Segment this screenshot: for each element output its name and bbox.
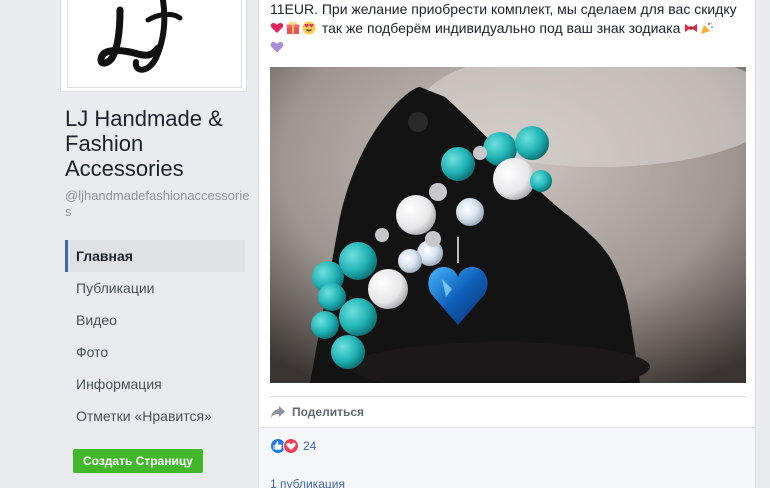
divider <box>270 396 746 397</box>
left-column: LJ Handmade & Fashion Accessories @ljhan… <box>0 0 258 488</box>
post-text: 11EUR. При желание приобрести комплект, … <box>270 0 750 57</box>
post-text-line-2: так же подберём индивидуально под ваш зн… <box>270 19 750 38</box>
purple-heart-icon <box>270 42 284 53</box>
party-popper-icon <box>701 22 714 34</box>
nav-item-likes[interactable]: Отметки «Нравится» <box>65 400 245 432</box>
publications-link[interactable]: 1 публикация <box>270 477 345 488</box>
right-margin <box>756 0 770 488</box>
heart-icon <box>270 23 284 33</box>
nav-item-posts[interactable]: Публикации <box>65 272 245 304</box>
bow-icon <box>685 24 698 32</box>
nav-item-videos[interactable]: Видео <box>65 304 245 336</box>
share-label: Поделиться <box>292 405 365 419</box>
page-nav: Главная Публикации Видео Фото Информация… <box>65 240 245 432</box>
page-title[interactable]: LJ Handmade & Fashion Accessories <box>65 106 255 181</box>
heart-eyes-icon <box>302 21 316 35</box>
love-reaction-icon <box>283 438 299 454</box>
profile-picture-frame[interactable] <box>60 0 247 92</box>
share-arrow-icon <box>271 406 285 418</box>
reactions-summary[interactable]: 24 <box>270 438 316 454</box>
bracelet-photo-image <box>270 67 746 383</box>
reaction-count[interactable]: 24 <box>303 439 316 453</box>
nav-item-home[interactable]: Главная <box>65 240 245 272</box>
lj-logo-icon <box>97 0 183 73</box>
post-text-line-1: 11EUR. При желание приобрести комплект, … <box>270 1 737 17</box>
nav-item-photos[interactable]: Фото <box>65 336 245 368</box>
post-card: 11EUR. При желание приобрести комплект, … <box>258 0 756 488</box>
share-button[interactable]: Поделиться <box>270 400 364 424</box>
nav-item-about[interactable]: Информация <box>65 368 245 400</box>
reactions-bar: 24 1 публикация <box>259 427 755 488</box>
post-photo[interactable] <box>270 67 746 383</box>
create-page-button[interactable]: Создать Страницу <box>73 449 203 473</box>
post-text-line-3 <box>270 38 750 57</box>
page-handle[interactable]: @ljhandmadefashionaccessories <box>65 188 250 220</box>
post-text-line-2-body: так же подберём индивидуально под ваш зн… <box>321 20 681 36</box>
page-logo <box>67 0 242 88</box>
gift-icon <box>286 22 300 34</box>
